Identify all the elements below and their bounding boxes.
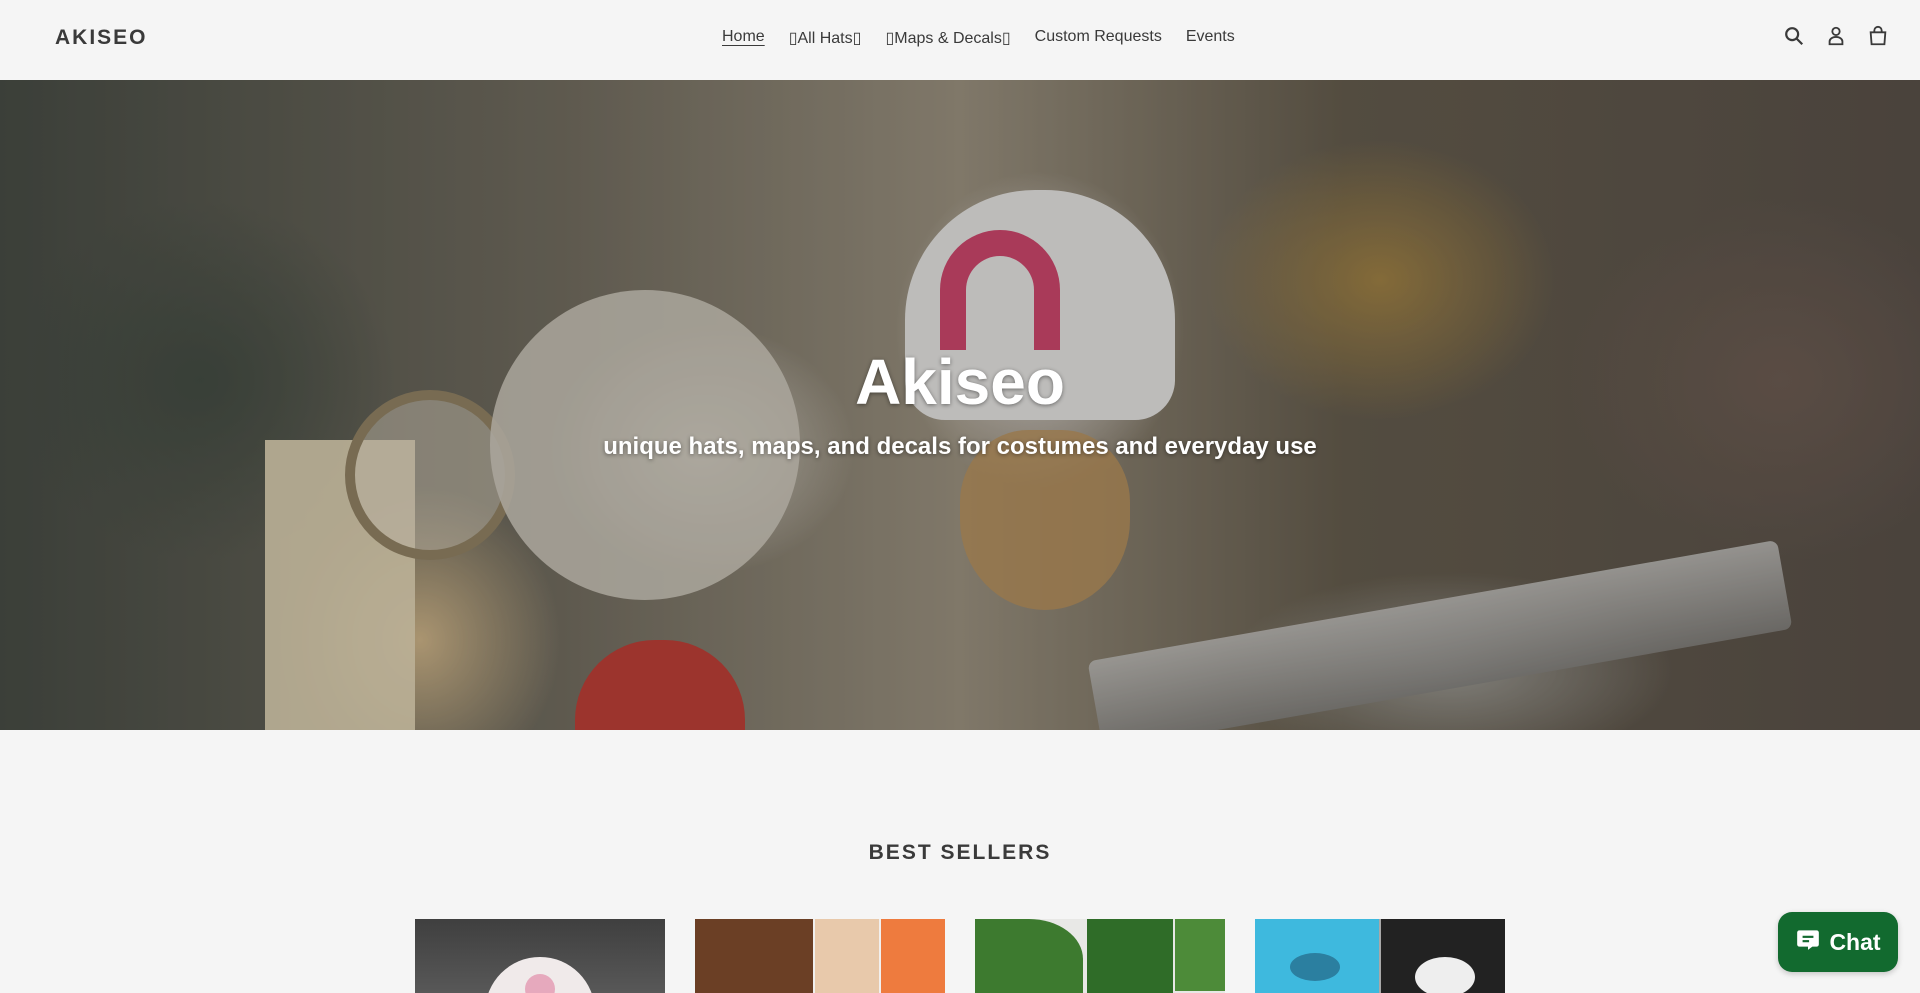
product-image-shape bbox=[1175, 919, 1225, 991]
nav-item-events[interactable]: Events bbox=[1174, 28, 1247, 48]
cart-icon[interactable] bbox=[1866, 24, 1890, 48]
dropdown-glyph-icon: ▯ bbox=[885, 30, 895, 47]
dropdown-glyph-icon: ▯ bbox=[1001, 30, 1011, 47]
dropdown-glyph-icon: ▯ bbox=[788, 30, 798, 47]
nav-item-label: All Hats bbox=[797, 30, 853, 47]
product-grid bbox=[415, 919, 1505, 993]
dropdown-glyph-icon: ▯ bbox=[852, 30, 862, 47]
nav-item-label: Maps & Decals bbox=[894, 30, 1002, 47]
product-image-shape bbox=[881, 919, 945, 993]
account-icon[interactable] bbox=[1824, 24, 1848, 48]
hero-title: Akiseo bbox=[855, 346, 1065, 418]
nav-item-custom-requests[interactable]: Custom Requests bbox=[1023, 28, 1174, 48]
nav-item-all-hats[interactable]: ▯All Hats▯ bbox=[777, 28, 874, 48]
product-card[interactable] bbox=[415, 919, 665, 993]
nav-item-label: Home bbox=[722, 28, 765, 45]
product-card[interactable] bbox=[975, 919, 1225, 993]
nav-item-label: Events bbox=[1185, 28, 1235, 45]
site-logo[interactable]: AKISEO bbox=[55, 26, 148, 50]
main-nav: Home ▯All Hats▯ ▯Maps & Decals▯ Custom R… bbox=[710, 28, 1247, 48]
nav-item-label: Custom Requests bbox=[1034, 28, 1162, 45]
site-header: AKISEO Home ▯All Hats▯ ▯Maps & Decals▯ C… bbox=[0, 0, 1920, 80]
product-image-shape bbox=[1087, 919, 1173, 993]
product-image-shape bbox=[695, 919, 813, 993]
chat-button[interactable]: Chat bbox=[1778, 912, 1898, 972]
nav-item-home[interactable]: Home bbox=[710, 28, 777, 48]
product-card[interactable] bbox=[1255, 919, 1505, 993]
product-image-shape bbox=[815, 919, 879, 993]
header-icons bbox=[1782, 24, 1890, 48]
chat-bubble-icon bbox=[1795, 926, 1821, 958]
product-image-shape bbox=[975, 919, 1083, 993]
best-sellers-title: BEST SELLERS bbox=[868, 841, 1052, 864]
product-image-shape bbox=[1415, 957, 1475, 993]
product-image-shape bbox=[1290, 953, 1340, 981]
hero-banner: Akiseo unique hats, maps, and decals for… bbox=[0, 80, 1920, 730]
hero-subtitle: unique hats, maps, and decals for costum… bbox=[603, 433, 1317, 460]
search-icon[interactable] bbox=[1782, 24, 1806, 48]
nav-item-maps-decals[interactable]: ▯Maps & Decals▯ bbox=[873, 28, 1022, 48]
product-card[interactable] bbox=[695, 919, 945, 993]
chat-label: Chat bbox=[1829, 928, 1881, 955]
